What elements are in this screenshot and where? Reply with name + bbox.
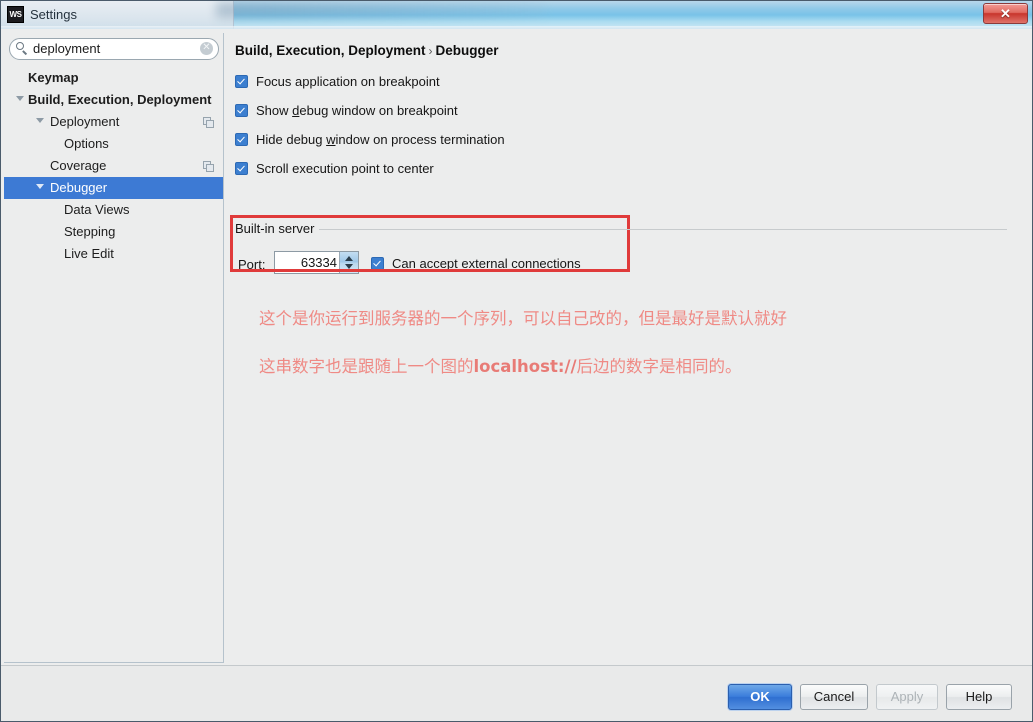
settings-content-pane: Build, Execution, Deployment › Debugger Fo… [226,29,1032,665]
dialog-button-bar: OK Cancel Apply Help [1,665,1032,721]
checkbox-label: Focus application on breakpoint [256,73,440,91]
checkbox-label-pre: Can accept [392,256,462,271]
sidebar-item-label: Coverage [50,158,107,173]
checkbox-label-pre: Hide debug [256,132,327,147]
checkbox-label-post: indow on process termination [335,132,505,147]
close-glyph: ✕ [1000,6,1011,21]
checkbox-box[interactable] [371,257,384,270]
sidebar-item-coverage[interactable]: Coverage [4,155,223,177]
ok-button[interactable]: OK [728,684,792,710]
checkbox-label-mnemonic: w [326,132,336,147]
port-label-text: ort: [246,257,266,272]
cancel-button[interactable]: Cancel [800,684,868,710]
settings-tree: Keymap Build, Execution, Deployment Deploy… [4,67,223,661]
stepper-up-icon[interactable] [345,256,353,261]
search-icon [16,42,29,55]
expand-collapse-triangle-icon[interactable] [36,118,44,123]
sidebar-item-label: Keymap [28,70,79,85]
copy-settings-icon[interactable] [203,161,214,172]
help-button[interactable]: Help [946,684,1012,710]
built-in-server-group-label: Built-in server [235,221,320,236]
annotation-note-segment: 这个是你运行到服务器的一个序列，可以自己改的，但是最好是默认就好 [259,309,787,328]
checkbox-label: Show debug window on breakpoint [256,102,458,120]
sidebar-item-options[interactable]: Options [4,133,223,155]
checkbox-box[interactable] [235,133,248,146]
checkbox-label-pre: Focus application on breakpoint [256,74,440,89]
checkbox-label-post: ebug window on breakpoint [299,103,458,118]
port-input[interactable] [275,252,341,273]
sidebar-item-keymap[interactable]: Keymap [4,67,223,89]
checkbox-label: Scroll execution point to center [256,160,434,178]
search-field-wrapper: ✕ [9,38,219,60]
settings-dialog-window: WS Settings ✕ ✕ Keymap Build, Execution, … [0,0,1033,722]
title-bar: WS Settings ✕ [1,1,1032,29]
port-spinner[interactable] [274,251,359,274]
stepper-down-icon[interactable] [345,264,353,269]
window-title: Settings [30,7,77,22]
sidebar-item-label: Deployment [50,114,120,129]
sidebar-item-build-execution-deployment[interactable]: Build, Execution, Deployment [4,89,223,111]
checkbox-label-pre: Show [256,103,293,118]
port-label-mnemonic: P [238,257,247,272]
annotation-note-segment: 后边的数字是相同的。 [576,357,742,376]
breadcrumb: Build, Execution, Deployment › Debugger [235,43,499,58]
sidebar-item-label: Stepping [64,224,116,239]
sidebar-item-deployment[interactable]: Deployment [4,111,223,133]
sidebar-item-stepping[interactable]: Stepping [4,221,223,243]
checkbox-box[interactable] [235,162,248,175]
title-bar-glass-reflection [216,2,546,18]
expand-collapse-triangle-icon[interactable] [16,96,24,101]
sidebar-item-data-views[interactable]: Data Views [4,199,223,221]
breadcrumb-separator: › [428,44,433,58]
sidebar-item-debugger[interactable]: Debugger [4,177,223,199]
search-input[interactable] [33,40,193,57]
apply-button: Apply [876,684,938,710]
group-separator-line [235,229,1007,230]
port-label: Port: [238,257,265,272]
webstorm-app-icon: WS [7,6,24,23]
sidebar-item-label: Build, Execution, Deployment [28,92,212,107]
clear-search-icon[interactable]: ✕ [200,42,213,55]
checkbox-label-mnemonic: e [461,256,469,271]
annotation-note-2: 这串数字也是跟随上一个图的localhost://后边的数字是相同的。 [259,353,742,377]
sidebar-item-live-edit[interactable]: Live Edit [4,243,223,265]
clear-search-glyph: ✕ [202,42,211,53]
checkbox-label-post: xternal connections [468,256,581,271]
checkbox-label: Hide debug window on process termination [256,131,505,149]
sidebar-item-label: Live Edit [64,246,114,261]
annotation-note-segment: 这串数字也是跟随上一个图的 [259,357,474,376]
breadcrumb-parent: Build, Execution, Deployment [235,43,426,58]
sidebar-item-label: Data Views [64,202,130,217]
settings-sidebar: ✕ Keymap Build, Execution, Deployment Depl… [4,33,224,663]
checkbox-label-pre: Scroll execution point to center [256,161,434,176]
sidebar-item-label: Options [64,136,109,151]
breadcrumb-current: Debugger [435,43,499,58]
copy-settings-icon[interactable] [203,117,214,128]
checkbox-box[interactable] [235,104,248,117]
annotation-note-segment: localhost:// [473,357,577,376]
checkbox-box[interactable] [235,75,248,88]
port-stepper-buttons[interactable] [339,252,358,273]
dialog-body: ✕ Keymap Build, Execution, Deployment Depl… [1,29,1032,665]
close-icon[interactable]: ✕ [983,3,1028,24]
sidebar-item-label: Debugger [50,180,108,195]
expand-collapse-triangle-icon[interactable] [36,184,44,189]
annotation-note-1: 这个是你运行到服务器的一个序列，可以自己改的，但是最好是默认就好 [259,305,787,329]
checkbox-label: Can accept external connections [392,255,581,273]
